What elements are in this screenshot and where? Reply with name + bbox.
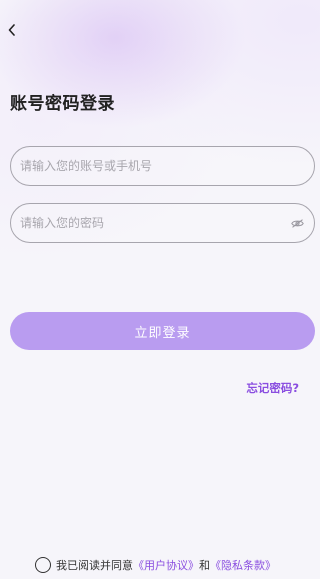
password-input[interactable] [20, 216, 290, 230]
account-field[interactable] [10, 146, 315, 186]
password-field[interactable] [10, 203, 315, 243]
login-button[interactable]: 立即登录 [10, 312, 315, 350]
chevron-left-icon [8, 24, 15, 36]
background-glow [0, 0, 320, 579]
privacy-policy-link[interactable]: 《隐私条款》 [210, 557, 276, 573]
user-agreement-link[interactable]: 《用户协议》 [133, 557, 199, 573]
agreement-connector: 和 [199, 559, 210, 572]
forgot-password-link[interactable]: 忘记密码? [246, 380, 299, 396]
agreement-checkbox[interactable] [35, 557, 51, 573]
back-button[interactable] [2, 20, 22, 40]
page-title: 账号密码登录 [10, 94, 115, 114]
agreement-prefix: 我已阅读并同意 [56, 559, 133, 572]
account-input[interactable] [20, 159, 304, 173]
eye-icon[interactable] [290, 216, 304, 230]
agreement-row: 我已阅读并同意 《用户协议》 和 《隐私条款》 [35, 556, 276, 574]
